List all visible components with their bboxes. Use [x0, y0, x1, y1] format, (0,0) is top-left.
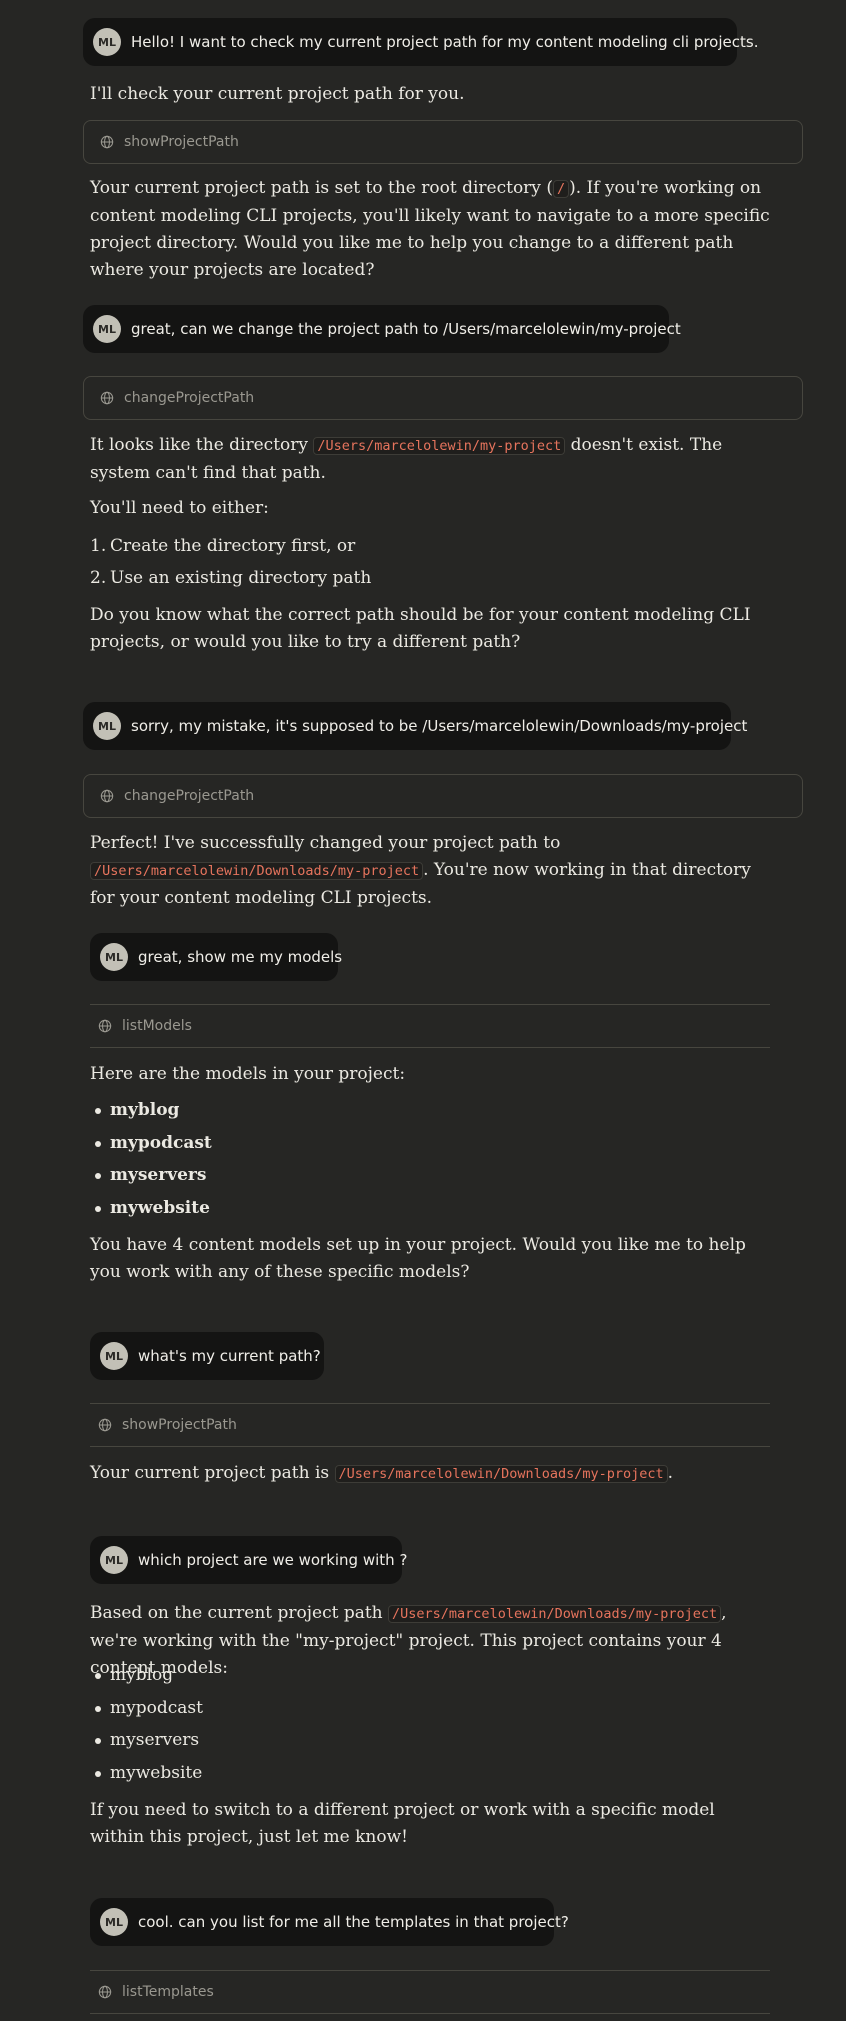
user-avatar: ML: [93, 712, 121, 740]
bullet: [95, 1771, 101, 1777]
model-item: myblog: [110, 1100, 180, 1120]
user-message-text: what's my current path?: [138, 1347, 321, 1365]
user-avatar: ML: [100, 1908, 128, 1936]
user-message: ML what's my current path?: [90, 1332, 324, 1380]
model-item: mypodcast: [110, 1698, 203, 1718]
inline-code: /Users/marcelolewin/Downloads/my-project: [388, 1605, 722, 1623]
user-message: ML which project are we working with ?: [90, 1536, 407, 1584]
model-item: mywebsite: [110, 1763, 203, 1783]
tool-call-show-project-path[interactable]: showProjectPath: [83, 120, 803, 164]
user-avatar: ML: [100, 1342, 128, 1370]
user-message-text: great, show me my models: [138, 948, 343, 966]
user-avatar: ML: [93, 28, 121, 56]
assistant-text: You'll need to either:: [90, 498, 269, 518]
user-message: ML Hello! I want to check my current pro…: [83, 18, 758, 66]
bullet: [95, 1206, 101, 1212]
tool-call-change-project-path[interactable]: changeProjectPath: [83, 774, 803, 818]
assistant-text: It looks like the directory /Users/marce…: [90, 435, 723, 483]
assistant-text: I'll check your current project path for…: [90, 84, 465, 104]
globe-icon: [98, 1985, 112, 1999]
bullet: [95, 1108, 101, 1114]
inline-code: /: [552, 180, 570, 198]
user-message-text: which project are we working with ?: [138, 1551, 408, 1569]
assistant-text: You have 4 content models set up in your…: [90, 1235, 746, 1282]
globe-icon: [100, 135, 114, 149]
tool-name: listModels: [122, 1018, 192, 1034]
tool-name: changeProjectPath: [124, 788, 255, 804]
model-item: mypodcast: [110, 1133, 212, 1153]
assistant-text: Your current project path is /Users/marc…: [90, 1463, 674, 1483]
model-item: myservers: [110, 1165, 207, 1185]
user-message-text: Hello! I want to check my current projec…: [131, 33, 759, 51]
user-avatar: ML: [100, 1546, 128, 1574]
user-message-text: cool. can you list for me all the templa…: [138, 1913, 569, 1931]
globe-icon: [98, 1418, 112, 1432]
bullet: [95, 1738, 101, 1744]
list-item: Create the directory first, or: [110, 536, 356, 556]
globe-icon: [100, 391, 114, 405]
inline-code: /Users/marcelolewin/my-project: [313, 437, 566, 455]
bullet: [95, 1173, 101, 1179]
user-message: ML great, show me my models: [90, 933, 342, 981]
inline-code: /Users/marcelolewin/Downloads/my-project: [334, 1465, 668, 1483]
tool-name: listTemplates: [122, 1984, 214, 2000]
bullet: [95, 1706, 101, 1712]
assistant-text: Do you know what the correct path should…: [90, 605, 751, 652]
list-item: Use an existing directory path: [110, 568, 372, 588]
model-item: myblog: [110, 1665, 174, 1685]
assistant-text: Based on the current project path /Users…: [90, 1603, 727, 1678]
bullet: [95, 1141, 101, 1147]
tool-call-list-models[interactable]: listModels: [90, 1004, 770, 1048]
list-number: 1.: [90, 536, 107, 556]
inline-code: /Users/marcelolewin/Downloads/my-project: [90, 862, 424, 880]
bullet: [95, 1673, 101, 1679]
assistant-text: Your current project path is set to the …: [90, 178, 770, 280]
tool-name: showProjectPath: [122, 1417, 237, 1433]
model-item: mywebsite: [110, 1198, 210, 1218]
tool-call-change-project-path[interactable]: changeProjectPath: [83, 376, 803, 420]
user-avatar: ML: [100, 943, 128, 971]
user-message: ML cool. can you list for me all the tem…: [90, 1898, 569, 1946]
tool-name: changeProjectPath: [124, 390, 255, 406]
user-message-text: great, can we change the project path to…: [131, 320, 681, 338]
tool-call-show-project-path[interactable]: showProjectPath: [90, 1403, 770, 1447]
list-number: 2.: [90, 568, 107, 588]
assistant-text: Perfect! I've successfully changed your …: [90, 833, 751, 908]
globe-icon: [98, 1019, 112, 1033]
globe-icon: [100, 789, 114, 803]
user-message: ML great, can we change the project path…: [83, 305, 681, 353]
tool-name: showProjectPath: [124, 134, 239, 150]
assistant-text: Here are the models in your project:: [90, 1064, 406, 1084]
model-item: myservers: [110, 1730, 200, 1750]
assistant-text: If you need to switch to a different pro…: [90, 1800, 715, 1847]
user-message-text: sorry, my mistake, it's supposed to be /…: [131, 717, 748, 735]
tool-call-list-templates[interactable]: listTemplates: [90, 1970, 770, 2014]
user-avatar: ML: [93, 315, 121, 343]
user-message: ML sorry, my mistake, it's supposed to b…: [83, 702, 747, 750]
